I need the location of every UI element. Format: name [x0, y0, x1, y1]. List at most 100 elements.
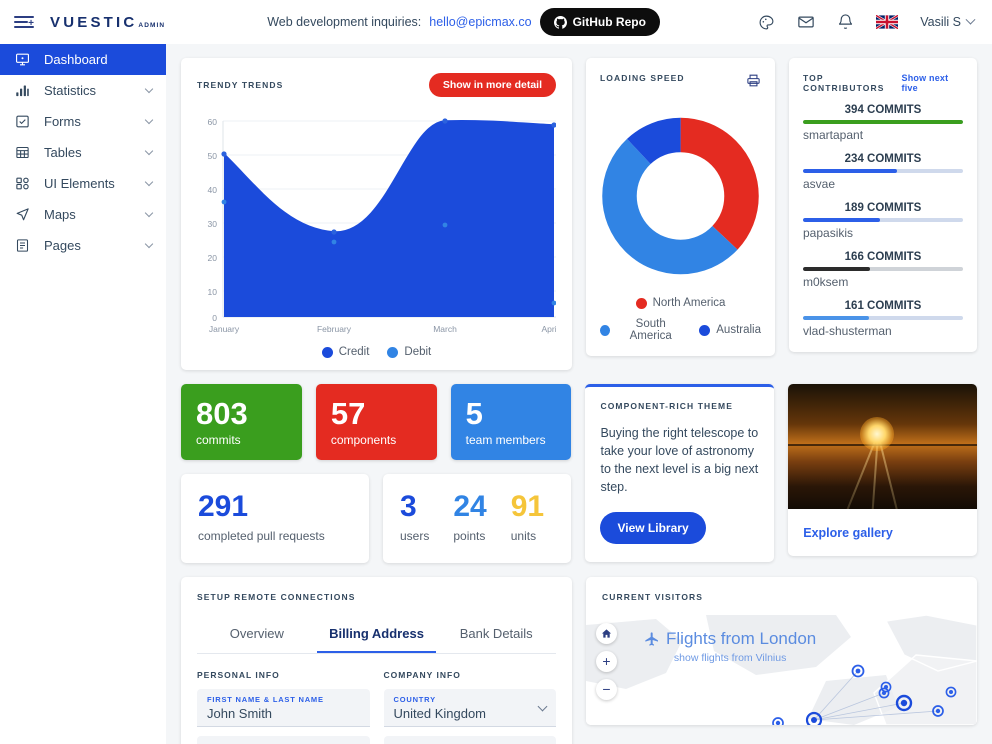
contributor-row[interactable]: 166 COMMITS m0ksem: [803, 251, 963, 289]
svg-text:30: 30: [208, 219, 218, 229]
dashboard-row-1: TRENDY TRENDS Show in more detail 60 50 …: [181, 58, 977, 370]
chevron-down-icon: [144, 177, 154, 187]
zoom-out-button[interactable]: −: [596, 678, 617, 700]
palette-icon[interactable]: [758, 14, 775, 31]
view-library-button[interactable]: View Library: [600, 511, 706, 544]
bell-icon[interactable]: [837, 13, 854, 31]
tile-components[interactable]: 57 components: [315, 384, 437, 460]
contact-email-link[interactable]: hello@epicmax.co: [429, 15, 531, 29]
speed-title: LOADING SPEED: [600, 73, 685, 83]
home-icon[interactable]: [596, 622, 617, 644]
legend-swatch-debit: [387, 346, 399, 358]
legend-swatch-north-america: [635, 297, 647, 309]
zoom-in-button[interactable]: +: [596, 650, 617, 672]
sidebar-item-ui-elements[interactable]: UI Elements: [0, 168, 166, 199]
sidebar-item-pages[interactable]: Pages: [0, 230, 166, 261]
mail-icon[interactable]: [797, 13, 815, 31]
tab-overview[interactable]: Overview: [197, 617, 317, 653]
visitors-map[interactable]: + − Flights from London show flights fro…: [586, 614, 977, 725]
sidebar-item-label: Tables: [44, 145, 82, 160]
tile-team-members[interactable]: 5 team members: [450, 384, 572, 460]
name-field[interactable]: FIRST NAME & LAST NAME John Smith: [197, 688, 370, 727]
svg-text:50: 50: [208, 151, 218, 161]
stat-users: 3 users: [400, 491, 429, 543]
sunset-field-photo[interactable]: [788, 384, 977, 509]
flights-subtitle-link[interactable]: show flights from Vilnius: [644, 652, 816, 664]
sidebar-item-maps[interactable]: Maps: [0, 199, 166, 230]
trends-legend: Credit Debit: [197, 346, 556, 358]
header-actions: Vasili S: [758, 13, 976, 31]
contributor-row[interactable]: 161 COMMITS vlad-shusterman: [803, 300, 963, 338]
trends-header: TRENDY TRENDS Show in more detail: [197, 73, 556, 97]
tile-label: components: [330, 432, 397, 447]
legend-item-credit[interactable]: Credit: [321, 346, 370, 358]
tab-bank-details[interactable]: Bank Details: [436, 617, 556, 653]
github-repo-button[interactable]: GitHub Repo: [539, 8, 660, 36]
legend-item-australia[interactable]: Australia: [699, 318, 761, 342]
explore-gallery-link[interactable]: Explore gallery: [788, 509, 977, 556]
sidebar-item-dashboard[interactable]: Dashboard: [0, 44, 166, 75]
legend-swatch-credit: [321, 346, 333, 358]
loading-speed-donut[interactable]: [600, 115, 761, 277]
tile-value: 803: [196, 396, 248, 431]
uk-flag-icon[interactable]: [876, 15, 899, 29]
contributor-name: asvae: [803, 177, 836, 191]
github-icon: [553, 15, 567, 29]
svg-text:January: January: [209, 324, 240, 334]
show-next-five-link[interactable]: Show next five: [902, 73, 964, 93]
user-menu[interactable]: Vasili S: [920, 14, 976, 29]
legend-item-north-america[interactable]: North America: [600, 297, 761, 309]
svg-text:March: March: [433, 324, 457, 334]
contributor-row[interactable]: 394 COMMITS smartapant: [803, 104, 963, 142]
trends-area-chart[interactable]: 60 50 40 30 20 10 0 January February Mar…: [197, 111, 559, 336]
stat-label: points: [453, 528, 486, 543]
airplane-icon: [645, 631, 658, 646]
legend-label-australia: Australia: [716, 324, 761, 336]
top-contributors-card: TOP CONTRIBUTORS Show next five 394 COMM…: [789, 58, 977, 352]
city-select[interactable]: CITY London: [383, 735, 556, 744]
email-field[interactable]: EMAIL smith@gmail.com: [197, 735, 370, 744]
navigation-icon: [14, 206, 31, 223]
pull-requests-label: completed pull requests: [198, 528, 325, 543]
map-controls: + −: [596, 622, 617, 700]
svg-text:April: April: [541, 324, 556, 334]
contributor-name: vlad-shusterman: [803, 324, 892, 338]
user-name: Vasili S: [920, 15, 961, 29]
sidebar-item-label: Forms: [44, 114, 81, 129]
stat-label: units: [510, 528, 537, 543]
menu-toggle-icon[interactable]: +: [14, 14, 34, 30]
contributor-progress: [803, 316, 963, 320]
contributor-row[interactable]: 189 COMMITS papasikis: [803, 202, 963, 240]
legend-item-south-america[interactable]: South America: [600, 318, 685, 342]
dashboard-row-2: 803 commits 57 components 5 team members…: [181, 384, 977, 563]
tile-commits[interactable]: 803 commits: [181, 384, 302, 460]
sidebar-item-forms[interactable]: Forms: [0, 106, 166, 137]
chevron-down-icon: [144, 115, 154, 125]
tab-billing-address[interactable]: Billing Address: [316, 617, 437, 653]
contributor-row[interactable]: 234 COMMITS asvae: [803, 153, 963, 191]
contributor-progress: [803, 120, 963, 124]
country-select[interactable]: COUNTRY United Kingdom: [383, 688, 556, 727]
sidebar-item-statistics[interactable]: Statistics: [0, 75, 166, 106]
svg-text:20: 20: [208, 253, 218, 263]
sidebar-item-label: Maps: [44, 207, 76, 222]
company-info-header: COMPANY INFO: [383, 669, 461, 680]
dashboard-row-3: SETUP REMOTE CONNECTIONS Overview Billin…: [181, 576, 977, 744]
triple-stats-card: 3 users 24 points 91 units: [383, 473, 572, 563]
brand-logo[interactable]: VUESTIC ADMIN: [50, 14, 165, 31]
contributor-commits: 234 COMMITS: [844, 153, 922, 165]
contributors-header: TOP CONTRIBUTORS Show next five: [803, 73, 963, 93]
inquiries-label: Web development inquiries:: [267, 15, 422, 29]
app-header: + VUESTIC ADMIN Web development inquirie…: [0, 0, 992, 44]
loading-speed-card: LOADING SPEED North America South Americ…: [586, 58, 775, 356]
legend-swatch-australia: [699, 324, 711, 336]
sidebar-item-tables[interactable]: Tables: [0, 137, 166, 168]
legend-label-credit: Credit: [338, 346, 370, 358]
printer-icon[interactable]: [746, 73, 761, 93]
show-detail-button[interactable]: Show in more detail: [428, 73, 556, 97]
tile-value: 5: [465, 396, 483, 431]
grid-icon: [14, 175, 31, 192]
stat-tiles: 803 commits 57 components 5 team members: [181, 384, 572, 460]
legend-item-debit[interactable]: Debit: [387, 346, 431, 358]
sidebar-item-label: UI Elements: [44, 176, 115, 191]
